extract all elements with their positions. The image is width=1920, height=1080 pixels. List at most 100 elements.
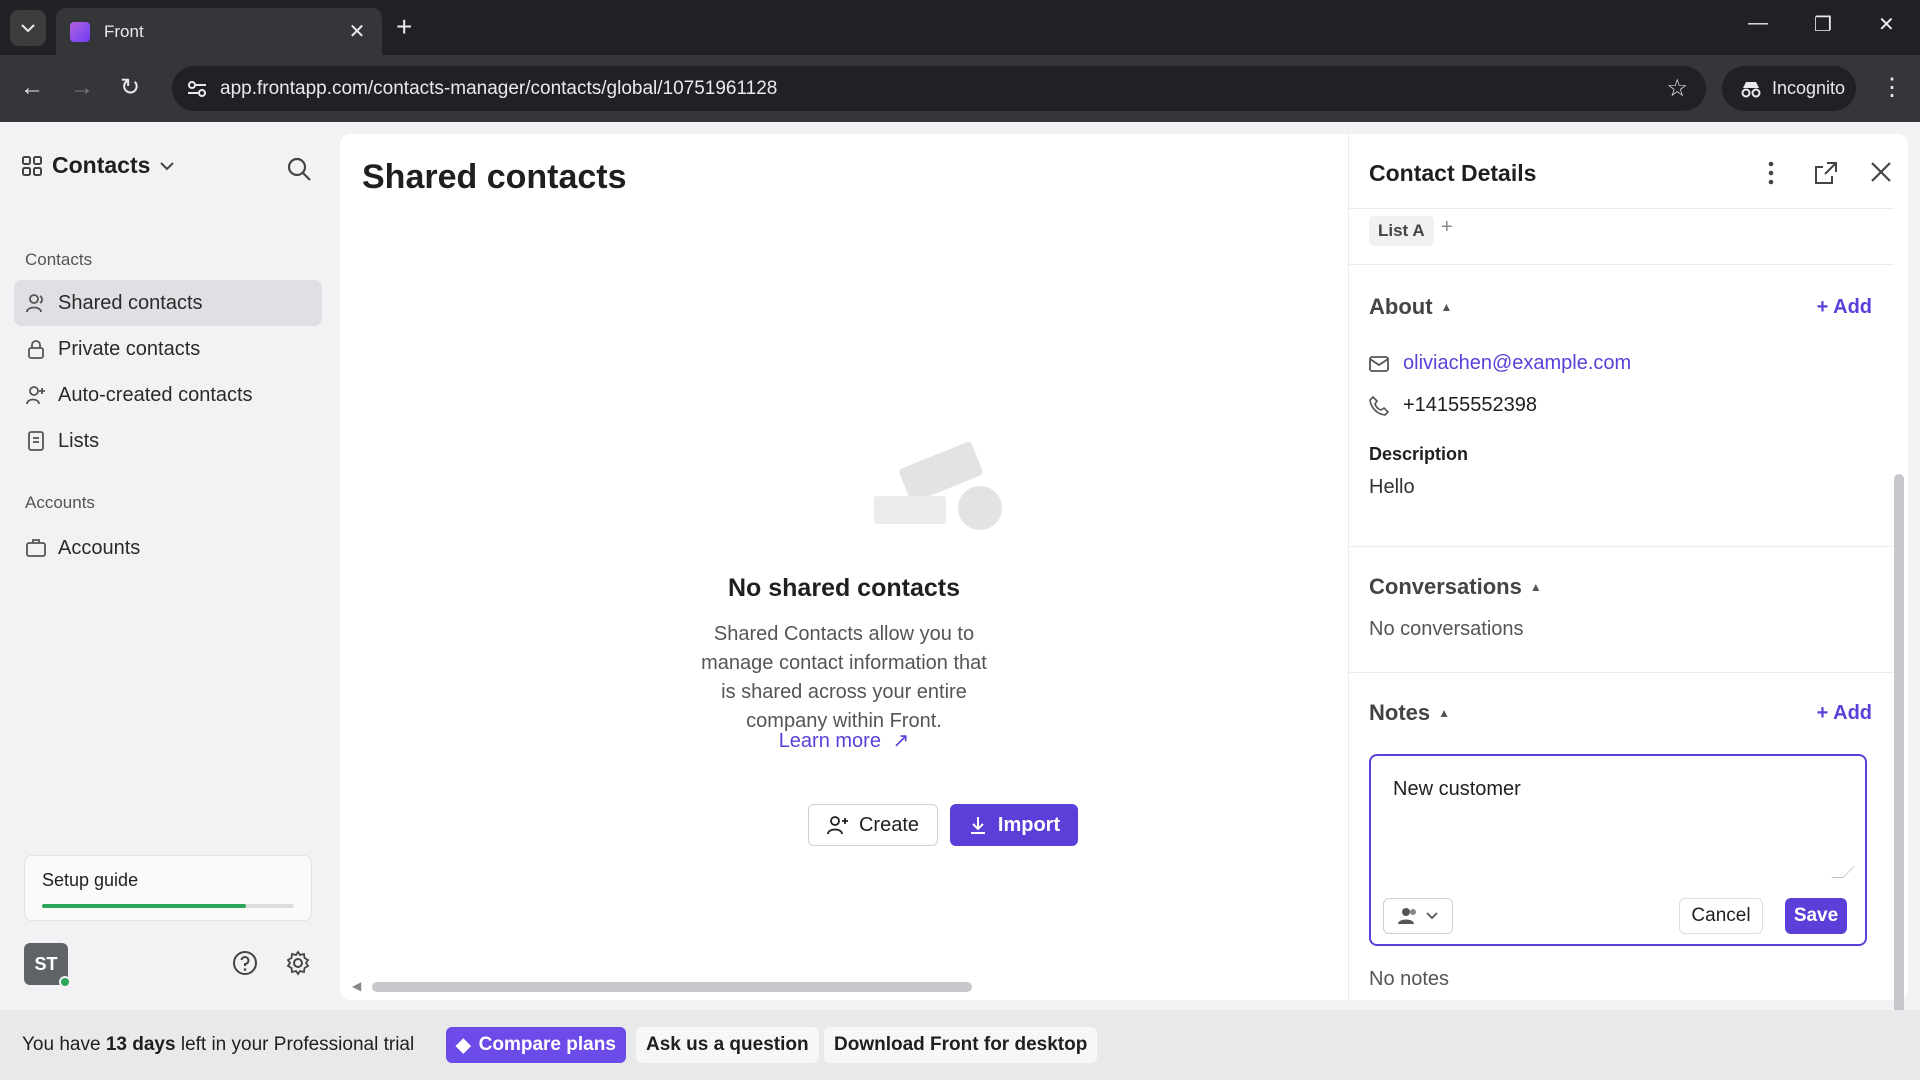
browser-menu-icon[interactable]: ⋮: [1880, 73, 1904, 102]
browser-toolbar: ← → ↻ app.frontapp.com/contacts-manager/…: [0, 55, 1920, 122]
list-tag[interactable]: List A: [1369, 216, 1434, 246]
lock-icon: [28, 340, 44, 359]
tab-title: Front: [104, 21, 144, 41]
mail-icon: [1369, 355, 1389, 372]
setup-progress-fill: [42, 904, 247, 908]
divider: [1349, 208, 1894, 209]
grid-icon: [22, 155, 42, 176]
sidebar-item-label: Shared contacts: [58, 291, 203, 314]
import-label: Import: [997, 813, 1061, 836]
sidebar-item-label: Accounts: [58, 536, 141, 559]
sidebar-section-accounts: Accounts: [25, 493, 95, 512]
avatar[interactable]: ST: [24, 943, 71, 988]
notes-heading: Notes: [1369, 700, 1431, 725]
download-desktop-button[interactable]: Download Front for desktop: [824, 1027, 1098, 1063]
open-external-icon[interactable]: [1813, 160, 1839, 186]
download-icon: [970, 817, 985, 834]
forward-icon[interactable]: →: [70, 73, 94, 103]
setup-guide[interactable]: Setup guide: [24, 855, 312, 921]
bookmark-star-icon[interactable]: ☆: [1666, 74, 1688, 103]
learn-more-label: Learn more: [778, 730, 881, 752]
tab-search-button[interactable]: [10, 10, 46, 46]
cancel-button[interactable]: Cancel: [1679, 898, 1763, 934]
people-icon: [1398, 908, 1416, 924]
chevron-down-icon: [160, 161, 175, 170]
sidebar-item-label: Lists: [58, 429, 100, 452]
caret-up-icon: ▲: [1529, 580, 1542, 594]
gear-icon[interactable]: [285, 950, 311, 976]
conversations-section-toggle[interactable]: Conversations ▲: [1369, 574, 1542, 600]
search-icon[interactable]: [286, 156, 312, 182]
conversations-heading: Conversations: [1369, 574, 1522, 599]
tab-close-icon[interactable]: ✕: [346, 19, 368, 44]
sidebar-item-lists[interactable]: Lists: [14, 418, 322, 464]
contact-email[interactable]: oliviachen@example.com: [1403, 352, 1631, 375]
create-contact-button[interactable]: Create: [808, 804, 938, 846]
person-auto-icon: [26, 386, 45, 405]
note-editor[interactable]: New customer Cancel Save: [1369, 754, 1867, 946]
page-title: Shared contacts: [362, 158, 627, 196]
app-area: Contacts Contacts Shared contacts Privat…: [0, 122, 1920, 1080]
divider: [1349, 264, 1894, 265]
contact-phone[interactable]: +14155552398: [1403, 394, 1537, 417]
about-add-button[interactable]: + Add: [1817, 296, 1872, 319]
more-options-icon[interactable]: [1766, 160, 1776, 186]
app-switcher[interactable]: Contacts: [22, 152, 175, 179]
about-section-toggle[interactable]: About ▲: [1369, 294, 1452, 320]
reload-icon[interactable]: ↻: [120, 73, 140, 103]
person-icon: [26, 294, 43, 313]
chevron-down-icon: [21, 24, 35, 33]
close-icon[interactable]: [1869, 160, 1893, 184]
sidebar-item-auto-created-contacts[interactable]: Auto-created contacts: [14, 372, 322, 418]
sidebar-item-private-contacts[interactable]: Private contacts: [14, 326, 322, 372]
restore-icon[interactable]: ❐: [1814, 12, 1832, 37]
create-label: Create: [858, 813, 920, 836]
sidebar-item-accounts[interactable]: Accounts: [14, 525, 322, 571]
address-bar[interactable]: app.frontapp.com/contacts-manager/contac…: [172, 66, 1706, 111]
compare-plans-label: Compare plans: [478, 1034, 616, 1055]
note-input[interactable]: New customer: [1393, 778, 1521, 801]
back-icon[interactable]: ←: [20, 73, 44, 103]
note-visibility-select[interactable]: [1383, 898, 1453, 934]
resize-handle-icon[interactable]: [1831, 866, 1855, 878]
sidebar: Contacts Contacts Shared contacts Privat…: [0, 122, 338, 1010]
incognito-indicator[interactable]: Incognito: [1722, 66, 1856, 111]
notes-add-button[interactable]: + Add: [1817, 702, 1872, 725]
setup-guide-label: Setup guide: [42, 870, 139, 890]
save-button[interactable]: Save: [1785, 898, 1847, 934]
import-button[interactable]: Import: [950, 804, 1078, 846]
vertical-scrollbar[interactable]: [1894, 474, 1904, 1080]
window-close-icon[interactable]: ✕: [1878, 12, 1895, 37]
empty-state-description: Shared Contacts allow you to manage cont…: [701, 623, 987, 732]
incognito-icon: [1741, 81, 1761, 97]
conversations-empty: No conversations: [1369, 618, 1524, 640]
help-icon[interactable]: [232, 950, 258, 976]
sidebar-section-contacts: Contacts: [25, 250, 93, 269]
site-settings-icon[interactable]: [186, 78, 208, 100]
trial-banner: You have 13 days left in your Profession…: [0, 1010, 1920, 1080]
scroll-left-icon[interactable]: ◀: [352, 979, 361, 993]
browser-tabstrip: Front ✕ + — ❐ ✕: [0, 0, 1920, 55]
divider: [1349, 672, 1894, 673]
empty-state-title: No shared contacts: [727, 574, 960, 602]
horizontal-scrollbar[interactable]: [372, 982, 972, 992]
diamond-icon: ◆: [456, 1034, 471, 1056]
sidebar-item-shared-contacts[interactable]: Shared contacts: [14, 280, 322, 326]
notes-section-toggle[interactable]: Notes ▲: [1369, 700, 1450, 726]
compare-plans-button[interactable]: ◆ Compare plans: [446, 1027, 626, 1063]
description-value: Hello: [1369, 476, 1415, 498]
contact-details-panel: Contact Details List A + About ▲ + Add o…: [1348, 134, 1908, 1000]
list-icon: [28, 431, 44, 451]
browser-tab[interactable]: Front ✕: [56, 8, 382, 55]
minimize-icon[interactable]: —: [1748, 12, 1768, 35]
about-heading: About: [1369, 294, 1433, 319]
ask-question-button[interactable]: Ask us a question: [636, 1027, 819, 1063]
new-tab-icon[interactable]: +: [396, 12, 412, 42]
trial-suffix: left in your Professional trial: [175, 1034, 415, 1055]
add-person-icon: [827, 816, 848, 835]
caret-up-icon: ▲: [1440, 300, 1453, 314]
setup-progress-bar: [42, 904, 294, 908]
add-list-icon[interactable]: +: [1441, 216, 1453, 239]
learn-more-link[interactable]: Learn more ↗: [340, 728, 1348, 753]
notes-empty: No notes: [1369, 968, 1450, 990]
